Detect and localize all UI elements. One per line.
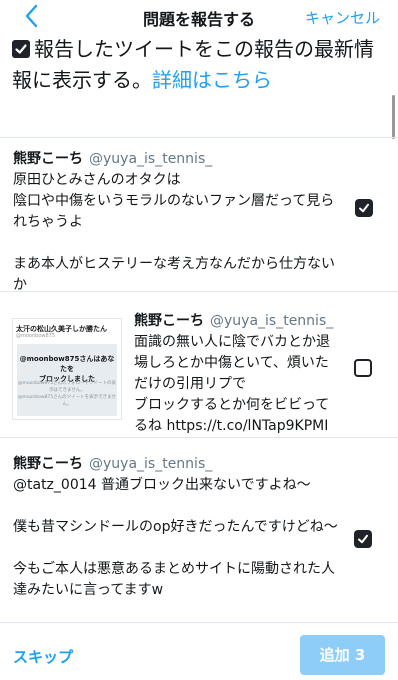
learn-more-link[interactable]: 詳細はこちら	[152, 68, 272, 92]
tweet-header: 熊野こーち @yuya_is_tennis_	[13, 149, 212, 169]
checkmark-icon	[358, 534, 368, 544]
tweet-author-handle: @yuya_is_tennis_	[89, 456, 213, 472]
tweet-header: 熊野こーち @yuya_is_tennis_	[134, 311, 333, 331]
tweet-header: 熊野こーち @yuya_is_tennis_	[13, 454, 212, 474]
scrollbar-thumb[interactable]	[392, 95, 395, 139]
show-tweets-checkbox[interactable]	[12, 40, 30, 58]
tweet-author-name: 熊野こーち	[13, 151, 83, 167]
blocked-note: @moonbow875さんのフォローやツイートの表示はできません。 @moonb…	[17, 381, 117, 407]
tweet-author-name: 熊野こーち	[13, 456, 83, 472]
tweet-select-checkbox[interactable]	[355, 199, 373, 217]
thumbnail-subtitle: @moonbow875	[16, 333, 56, 339]
blocked-notice-card: @moonbow875さんはあなたを ブロックしました @moonbow875さ…	[17, 344, 117, 416]
tweet-text: 原田ひとみさんのオタクは 陰口や中傷をいうモラルのないファン層だって見られちゃう…	[13, 172, 335, 293]
add-button[interactable]: 追加 3	[300, 635, 385, 675]
checkmark-icon	[359, 203, 369, 213]
show-reported-tweets-option[interactable]: 報告したツイートをこの報告の最新情報に表示する。詳細はこちら	[12, 34, 384, 96]
cancel-button[interactable]: キャンセル	[305, 7, 380, 28]
tweet-author-handle: @yuya_is_tennis_	[89, 151, 213, 167]
skip-button[interactable]: スキップ	[13, 646, 73, 667]
tweet-media-thumbnail[interactable]: 太汗の松山久美子しか勝たん @moonbow875 @moonbow875さんは…	[12, 318, 122, 420]
tweet-item[interactable]: 熊野こーち @yuya_is_tennis_ 原田ひとみさんのオタクは 陰口や中傷…	[0, 137, 398, 293]
tweet-author-name: 熊野こーち	[134, 313, 204, 329]
tweet-text: 面識の無い人に陰でバカとか退場しろとか中傷といて、煩いただけの引用リプで ブロッ…	[134, 334, 330, 434]
bottom-action-bar: スキップ 追加 3	[0, 622, 398, 680]
tweet-select-checkbox[interactable]	[354, 359, 372, 377]
tweet-select-checkbox[interactable]	[354, 530, 372, 548]
checkmark-icon	[15, 44, 27, 54]
tweet-author-handle: @yuya_is_tennis_	[210, 313, 334, 329]
tweet-item[interactable]: 熊野こーち @yuya_is_tennis_ @tatz_0014 普通ブロック出…	[0, 437, 398, 622]
tweet-text: @tatz_0014 普通ブロック出来ないですよね〜 僕も昔マシンドールのop好…	[13, 477, 338, 598]
navigation-bar: 問題を報告する キャンセル	[0, 0, 398, 36]
